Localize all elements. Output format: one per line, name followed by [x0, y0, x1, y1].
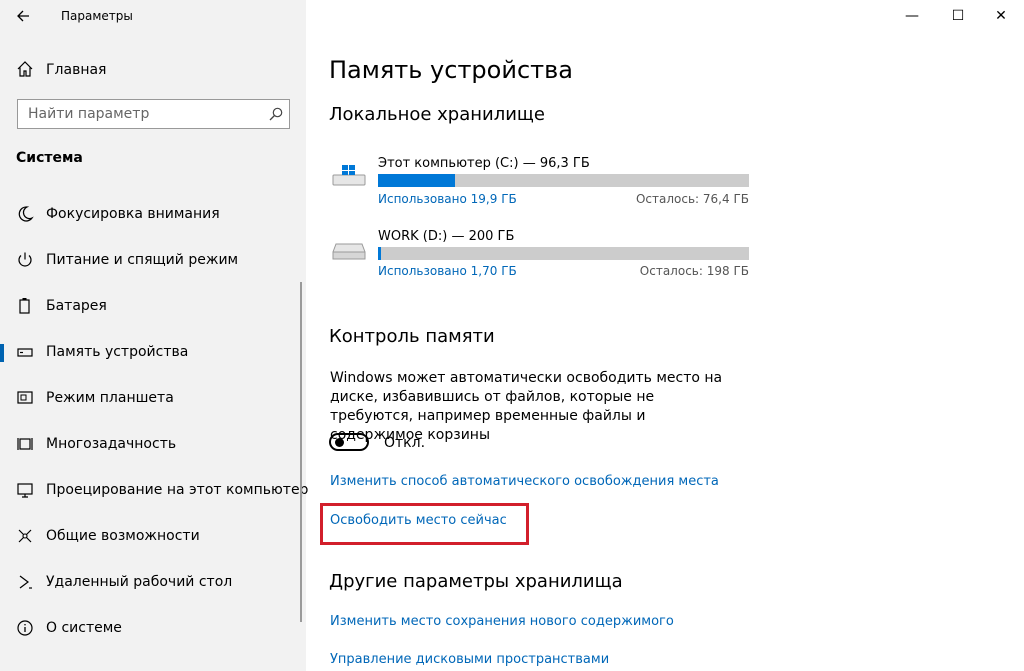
- search-box[interactable]: [17, 99, 290, 129]
- storage-sense-heading: Контроль памяти: [329, 326, 495, 347]
- toggle-state-label: Откл.: [384, 435, 426, 451]
- drive-name: Этот компьютер (C:) — 96,3 ГБ: [378, 156, 590, 171]
- close-button[interactable]: ✕: [978, 0, 1024, 32]
- page-title: Память устройства: [329, 56, 573, 84]
- highlight-frame: [320, 503, 529, 545]
- sidebar-item-power-sleep[interactable]: Питание и спящий режим: [0, 243, 306, 277]
- multitasking-icon: [17, 438, 33, 450]
- search-icon[interactable]: [269, 107, 283, 121]
- back-button[interactable]: [12, 6, 34, 26]
- sidebar-item-label: Фокусировка внимания: [46, 206, 220, 222]
- sidebar-item-projecting[interactable]: Проецирование на этот компьютер: [0, 473, 309, 507]
- sidebar-item-label: Удаленный рабочий стол: [46, 574, 233, 590]
- sidebar-item-label: Общие возможности: [46, 528, 200, 544]
- battery-icon: [19, 298, 30, 314]
- sidebar: Параметры Главная Система Фокусировка вн…: [0, 0, 309, 671]
- sidebar-item-label: Режим планшета: [46, 390, 174, 406]
- sidebar-item-label: Проецирование на этот компьютер: [46, 482, 309, 498]
- drive-used: Использовано 1,70 ГБ: [378, 264, 517, 278]
- manage-storage-spaces-link[interactable]: Управление дисковыми пространствами: [330, 652, 609, 667]
- drive-free: Осталось: 198 ГБ: [639, 264, 749, 278]
- storage-sense-description: Windows может автоматически освободить м…: [330, 370, 723, 443]
- section-title-system: Система: [16, 150, 83, 166]
- storage-sense-toggle[interactable]: [329, 433, 369, 451]
- storage-icon: [17, 348, 33, 357]
- drive-name: WORK (D:) — 200 ГБ: [378, 229, 515, 244]
- sidebar-item-tablet-mode[interactable]: Режим планшета: [0, 381, 306, 415]
- tablet-icon: [17, 391, 33, 404]
- drive-d[interactable]: WORK (D:) — 200 ГБ Использовано 1,70 ГБ …: [330, 227, 750, 283]
- minimize-button[interactable]: —: [889, 0, 935, 32]
- change-auto-free-link[interactable]: Изменить способ автоматического освобожд…: [330, 474, 719, 489]
- local-storage-heading: Локальное хранилище: [329, 104, 545, 125]
- shared-experiences-icon: [18, 529, 32, 543]
- sidebar-item-about[interactable]: О системе: [0, 611, 306, 645]
- sidebar-item-label: О системе: [46, 620, 122, 636]
- sidebar-item-label: Питание и спящий режим: [46, 252, 239, 268]
- drive-c[interactable]: Этот компьютер (C:) — 96,3 ГБ Использова…: [330, 154, 750, 210]
- moon-icon: [18, 206, 34, 222]
- home-icon: [17, 61, 33, 77]
- sidebar-item-label: Батарея: [46, 298, 107, 314]
- other-storage-heading: Другие параметры хранилища: [329, 571, 623, 592]
- nav-home-label: Главная: [46, 62, 107, 78]
- search-input[interactable]: [28, 106, 258, 122]
- drive-usage-bar: [378, 174, 749, 187]
- info-icon: [17, 620, 33, 636]
- sidebar-scrollbar[interactable]: [300, 282, 302, 622]
- back-arrow-icon: [17, 10, 29, 22]
- sidebar-item-battery[interactable]: Батарея: [0, 289, 306, 323]
- windows-drive-icon: [332, 165, 366, 186]
- drive-usage-fill: [378, 174, 455, 187]
- drive-usage-bar: [378, 247, 749, 260]
- title-bar: Параметры: [0, 0, 306, 32]
- sidebar-item-label: Многозадачность: [46, 436, 177, 452]
- remote-desktop-icon: [19, 575, 32, 589]
- sidebar-item-multitasking[interactable]: Многозадачность: [0, 427, 306, 461]
- power-icon: [18, 252, 32, 267]
- toggle-knob: [335, 438, 344, 447]
- sidebar-item-label: Память устройства: [46, 344, 189, 360]
- hard-drive-icon: [332, 243, 366, 260]
- change-save-location-link[interactable]: Изменить место сохранения нового содержи…: [330, 614, 674, 629]
- nav-home[interactable]: Главная: [0, 58, 306, 82]
- projecting-icon: [17, 483, 33, 498]
- drive-used: Использовано 19,9 ГБ: [378, 192, 517, 206]
- maximize-button[interactable]: ☐: [935, 0, 981, 32]
- app-title: Параметры: [61, 9, 133, 23]
- drive-free: Осталось: 76,4 ГБ: [635, 192, 749, 206]
- sidebar-item-focus-assist[interactable]: Фокусировка внимания: [0, 197, 306, 231]
- sidebar-item-remote-desktop[interactable]: Удаленный рабочий стол: [0, 565, 306, 599]
- drive-usage-fill: [378, 247, 382, 260]
- sidebar-item-shared-experiences[interactable]: Общие возможности: [0, 519, 306, 553]
- sidebar-item-storage[interactable]: Память устройства: [0, 335, 306, 369]
